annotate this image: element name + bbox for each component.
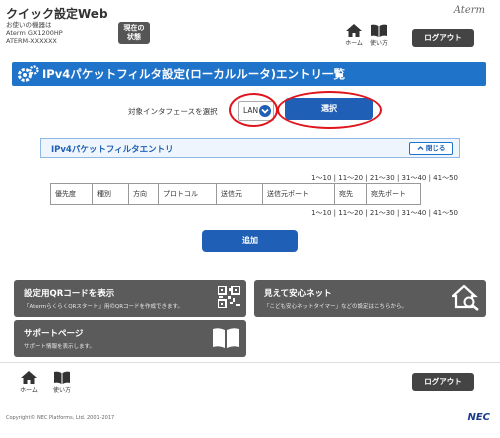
collapse-label: 閉じる xyxy=(425,144,446,152)
home-icon xyxy=(21,371,37,384)
help-label: 使い方 xyxy=(369,40,388,47)
gears-icon xyxy=(18,65,39,82)
copyright-text: Copyright© NEC Platforms, Ltd. 2001-2017 xyxy=(6,415,115,421)
support-card[interactable]: サポートページ サポート情報を表示します。 xyxy=(14,320,246,357)
home-icon xyxy=(346,24,362,37)
status-button-line1: 現在の xyxy=(123,24,145,32)
device-model: Aterm GX1200HP xyxy=(6,29,63,37)
column-header: 種別 xyxy=(92,183,129,205)
pager-link[interactable]: 31～40 xyxy=(402,174,427,182)
home-nav[interactable]: ホーム xyxy=(343,24,365,47)
book-icon xyxy=(371,24,387,37)
qr-code-icon xyxy=(218,286,240,308)
help-nav[interactable]: 使い方 xyxy=(368,24,390,47)
current-status-button[interactable]: 現在の 状態 xyxy=(118,22,150,44)
device-info: お使いの機器は Aterm GX1200HP ATERM-XXXXXX xyxy=(6,21,63,45)
pager-link[interactable]: 41～50 xyxy=(433,209,458,217)
highlight-ring-select xyxy=(277,91,382,129)
panel-title: IPv4パケットフィルタエントリ xyxy=(51,145,174,155)
interface-label: 対象インタフェースを選択 xyxy=(128,107,218,116)
pager-link[interactable]: 41～50 xyxy=(433,174,458,182)
pager-link[interactable]: 1～10 xyxy=(311,209,331,217)
column-header: 宛先ポート xyxy=(366,183,421,205)
support-card-desc: サポート情報を表示します。 xyxy=(24,344,95,350)
pager-bottom: 1～10 | 11～20 | 21～30 | 31～40 | 41～50 xyxy=(311,209,458,217)
pager-link[interactable]: 21～30 xyxy=(370,174,395,182)
add-button[interactable]: 追加 xyxy=(202,230,298,252)
pager-link[interactable]: 1～10 xyxy=(311,174,331,182)
column-header: 方向 xyxy=(128,183,159,205)
book-icon xyxy=(54,371,70,384)
chevron-up-icon xyxy=(417,146,424,150)
footer-help-label: 使い方 xyxy=(52,387,71,394)
page-title: IPv4パケットフィルタ設定(ローカルルータ)エントリ一覧 xyxy=(42,67,345,81)
column-header: 送信元ポート xyxy=(262,183,335,205)
footer-home-nav[interactable]: ホーム xyxy=(18,371,40,394)
aterm-logo: Aterm xyxy=(453,5,485,16)
pager-link[interactable]: 11～20 xyxy=(338,174,363,182)
status-button-line2: 状態 xyxy=(127,33,141,41)
footer-divider xyxy=(0,362,500,363)
safe-card-desc: 「こども安心ネットタイマー」などの設定はこちらから。 xyxy=(264,304,408,310)
column-header: プロトコル xyxy=(158,183,217,205)
footer-logout-button[interactable]: ログアウト xyxy=(412,373,474,391)
house-search-icon xyxy=(452,285,479,311)
pager-link[interactable]: 11～20 xyxy=(338,209,363,217)
entry-table: 優先度 種別 方向 プロトコル 送信元 送信元ポート 宛先 宛先ポート xyxy=(50,183,421,205)
column-header: 優先度 xyxy=(50,183,93,205)
pager-link[interactable]: 21～30 xyxy=(370,209,395,217)
qr-code-card[interactable]: 設定用QRコードを表示 「AtermらくらくQRスタート」用のQRコードを作成で… xyxy=(14,280,246,317)
nec-logo: NEC xyxy=(467,412,490,423)
logout-button[interactable]: ログアウト xyxy=(412,29,474,47)
page-title-bar: IPv4パケットフィルタ設定(ローカルルータ)エントリ一覧 xyxy=(12,62,486,86)
collapse-button[interactable]: 閉じる xyxy=(409,142,453,155)
app-title: クイック設定Web xyxy=(6,7,108,21)
footer-home-label: ホーム xyxy=(20,387,38,394)
open-book-icon xyxy=(213,328,239,348)
entry-panel-header: IPv4パケットフィルタエントリ 閉じる xyxy=(40,138,460,158)
qr-card-title: 設定用QRコードを表示 xyxy=(24,289,115,299)
footer-help-nav[interactable]: 使い方 xyxy=(51,371,73,394)
support-card-title: サポートページ xyxy=(24,329,84,339)
column-header: 宛先 xyxy=(334,183,367,205)
pager-link[interactable]: 31～40 xyxy=(402,209,427,217)
column-header: 送信元 xyxy=(216,183,263,205)
device-info-line: お使いの機器は xyxy=(6,21,52,29)
home-label: ホーム xyxy=(345,40,363,47)
safe-net-card[interactable]: 見えて安心ネット 「こども安心ネットタイマー」などの設定はこちらから。 xyxy=(254,280,486,317)
safe-card-title: 見えて安心ネット xyxy=(264,289,332,299)
highlight-ring-interface xyxy=(229,93,278,127)
qr-card-desc: 「AtermらくらくQRスタート」用のQRコードを作成できます。 xyxy=(24,304,183,310)
device-name: ATERM-XXXXXX xyxy=(6,37,57,45)
table-header-row: 優先度 種別 方向 プロトコル 送信元 送信元ポート 宛先 宛先ポート xyxy=(50,183,421,205)
pager-top: 1～10 | 11～20 | 21～30 | 31～40 | 41～50 xyxy=(311,174,458,182)
